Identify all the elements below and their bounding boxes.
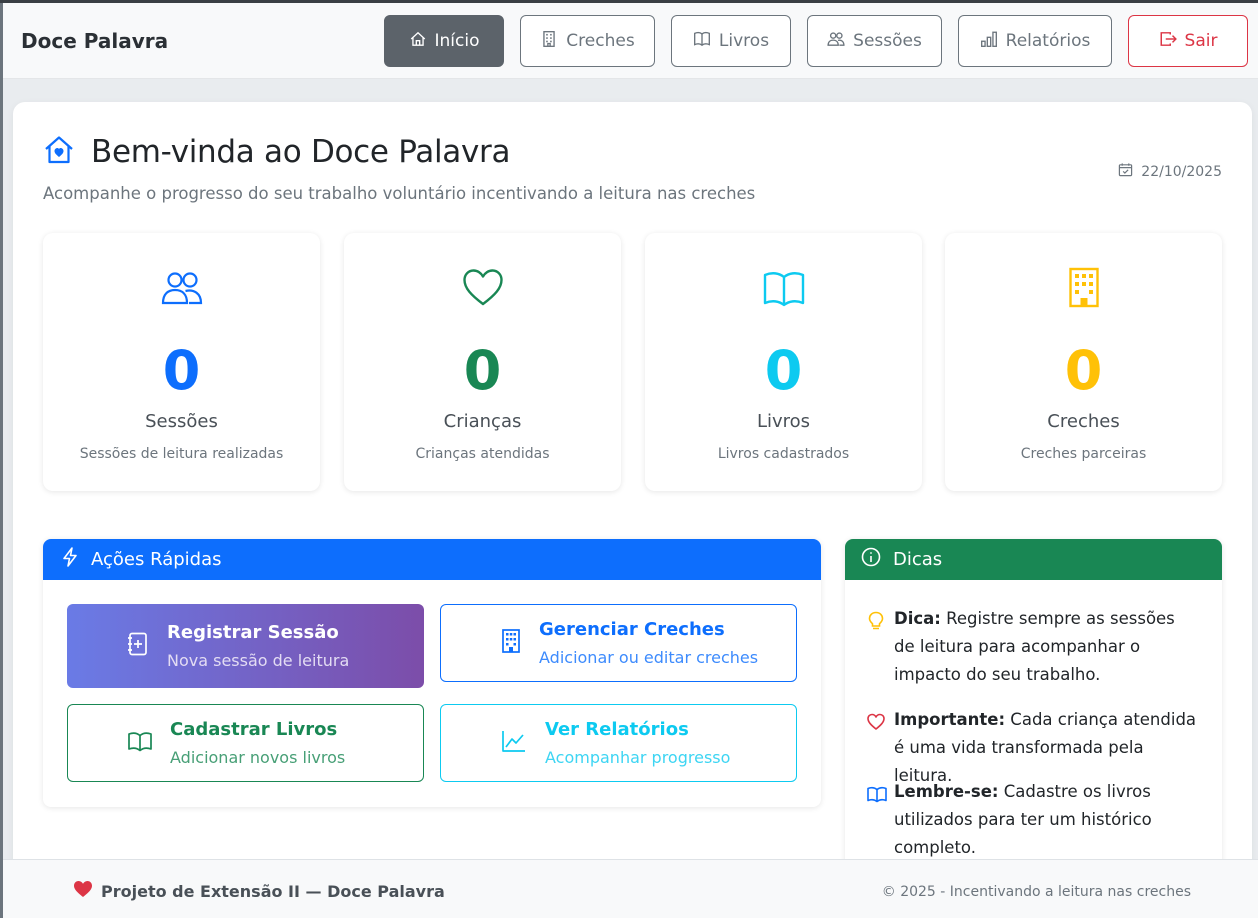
nav-livros-button[interactable]: Livros (671, 15, 791, 67)
tip-text: Dica: Registre sempre as sessões de leit… (894, 605, 1197, 689)
stat-card-sessoes: 0 Sessões Sessões de leitura realizadas (43, 233, 320, 491)
page-subtitle: Acompanhe o progresso do seu trabalho vo… (43, 184, 756, 203)
tip-item: Lembre-se: Cadastre os livros utilizados… (867, 778, 1197, 862)
calendar-icon (1118, 162, 1133, 181)
heart-filled-icon (73, 880, 93, 902)
journal-plus-icon (127, 632, 149, 660)
book-icon (867, 778, 887, 862)
lightning-icon (61, 547, 79, 572)
stat-description: Sessões de leitura realizadas (79, 446, 284, 462)
nav-relatorios-button[interactable]: Relatórios (958, 15, 1112, 67)
building-icon (945, 267, 1222, 309)
tips-header: Dicas (845, 539, 1222, 580)
navbar: Doce Palavra Início Creches Livros Sessõ… (3, 3, 1258, 79)
stat-label: Crianças (443, 411, 522, 432)
people-icon (43, 267, 320, 309)
logout-label: Sair (1184, 31, 1218, 51)
window-left-border (0, 3, 3, 918)
manage-creches-text: Gerenciar Creches Adicionar ou editar cr… (539, 619, 758, 667)
book-icon (128, 730, 152, 756)
view-reports-subtitle: Acompanhar progresso (545, 748, 731, 767)
register-session-subtitle: Nova sessão de leitura (167, 651, 350, 670)
quick-actions-title: Ações Rápidas (91, 549, 222, 570)
heart-icon (344, 267, 621, 309)
stat-card-livros: 0 Livros Livros cadastrados (645, 233, 922, 491)
tip-bold: Lembre-se: (894, 782, 999, 801)
nav-inicio-button[interactable]: Início (384, 15, 504, 67)
nav-sessoes-label: Sessões (853, 31, 922, 51)
view-reports-text: Ver Relatórios Acompanhar progresso (545, 719, 730, 767)
stat-description: Livros cadastrados (717, 446, 850, 462)
view-reports-button[interactable]: Ver Relatórios Acompanhar progresso (440, 704, 797, 782)
tips-panel: Dicas Dica: Registre sempre as sessões d… (845, 539, 1222, 879)
logout-icon (1159, 30, 1177, 53)
manage-creches-title: Gerenciar Creches (539, 619, 725, 640)
tip-text: Lembre-se: Cadastre os livros utilizados… (894, 778, 1197, 862)
footer: Projeto de Extensão II — Doce Palavra © … (3, 859, 1258, 918)
stat-description: Crianças atendidas (415, 446, 550, 462)
stat-card-creches: 0 Creches Creches parceiras (945, 233, 1222, 491)
home-icon (409, 30, 427, 53)
register-books-title: Cadastrar Livros (170, 719, 338, 740)
dashboard-card: Bem-vinda ao Doce Palavra Acompanhe o pr… (13, 102, 1252, 882)
stat-value: 0 (764, 339, 803, 402)
footer-left-text: Projeto de Extensão II — Doce Palavra (101, 881, 445, 901)
register-session-text: Registrar Sessão Nova sessão de leitura (167, 622, 349, 670)
nav-relatorios-label: Relatórios (1005, 31, 1091, 51)
book-icon (693, 30, 711, 53)
nav-sessoes-button[interactable]: Sessões (807, 15, 942, 67)
view-reports-title: Ver Relatórios (545, 719, 689, 740)
footer-copyright: © 2025 - Incentivando a leitura nas crec… (881, 884, 1191, 900)
stat-label: Creches (1047, 411, 1120, 432)
tip-item: Dica: Registre sempre as sessões de leit… (867, 605, 1197, 689)
building-icon (540, 30, 558, 53)
footer-project: Projeto de Extensão II — Doce Palavra (73, 880, 445, 902)
register-session-button[interactable]: Registrar Sessão Nova sessão de leitura (67, 604, 424, 688)
stat-value: 0 (1064, 339, 1103, 402)
tips-title: Dicas (893, 549, 943, 570)
stat-value: 0 (162, 339, 201, 402)
quick-actions-header: Ações Rápidas (43, 539, 821, 580)
register-session-title: Registrar Sessão (167, 622, 339, 643)
quick-actions-panel: Ações Rápidas Registrar Sessão Nova sess… (43, 539, 821, 807)
register-books-subtitle: Adicionar novos livros (170, 748, 346, 767)
page-header: Bem-vinda ao Doce Palavra (43, 134, 510, 170)
home-heart-icon (43, 134, 75, 170)
stat-value: 0 (463, 339, 502, 402)
tip-bold: Importante: (894, 710, 1006, 729)
people-icon (827, 30, 845, 53)
register-books-button[interactable]: Cadastrar Livros Adicionar novos livros (67, 704, 424, 782)
current-date: 22/10/2025 (1118, 162, 1222, 181)
manage-creches-button[interactable]: Gerenciar Creches Adicionar ou editar cr… (440, 604, 797, 682)
brand-title[interactable]: Doce Palavra (21, 29, 168, 53)
logout-button[interactable]: Sair (1128, 15, 1248, 67)
nav-creches-button[interactable]: Creches (520, 15, 655, 67)
date-text: 22/10/2025 (1141, 163, 1222, 180)
stat-label: Sessões (145, 411, 218, 432)
stat-label: Livros (756, 411, 811, 432)
line-chart-icon (501, 729, 527, 757)
manage-creches-subtitle: Adicionar ou editar creches (539, 648, 759, 667)
stat-card-criancas: 0 Crianças Crianças atendidas (344, 233, 621, 491)
building-icon (501, 629, 521, 657)
nav-creches-label: Creches (566, 31, 635, 51)
register-books-text: Cadastrar Livros Adicionar novos livros (170, 719, 345, 767)
info-circle-icon (861, 547, 881, 572)
page-title: Bem-vinda ao Doce Palavra (91, 134, 511, 170)
bar-chart-icon (980, 30, 998, 53)
tip-bold: Dica: (894, 609, 941, 628)
nav-inicio-label: Início (434, 31, 480, 51)
lightbulb-icon (867, 605, 885, 689)
book-icon (645, 267, 922, 309)
nav-livros-label: Livros (718, 31, 770, 51)
stat-description: Creches parceiras (1020, 446, 1147, 462)
